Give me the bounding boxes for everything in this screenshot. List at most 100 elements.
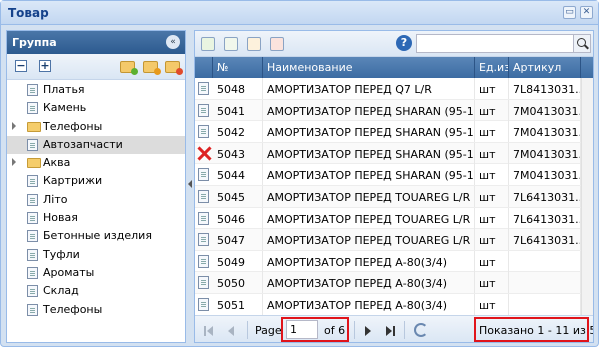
tree-item[interactable]: Платья	[7, 81, 185, 99]
window-titlebar: Товар ▭ ✕	[1, 1, 598, 25]
expand-all-button[interactable]: +	[39, 60, 51, 72]
tree-item[interactable]: Бетонные изделия	[7, 227, 185, 245]
tree-item-label: Телефоны	[43, 302, 103, 316]
cell-number: 5047	[213, 229, 263, 251]
collapse-panel-icon[interactable]: «	[166, 35, 180, 49]
table-row[interactable]: 5047 АМОРТИЗАТОР ПЕРЕД TOUAREG L/R шт 7L641…	[195, 229, 593, 251]
add-record-icon[interactable]	[201, 37, 215, 51]
document-icon	[198, 211, 209, 225]
cell-article: 7L6413031...	[509, 185, 581, 207]
table-row[interactable]: 5046 АМОРТИЗАТОР ПЕРЕД TOUAREG L/R шт 7L641…	[195, 207, 593, 230]
cell-article: 7M0413031...	[509, 121, 581, 143]
expand-arrow-icon[interactable]	[12, 158, 16, 167]
cell-number: 5050	[213, 272, 263, 294]
table-row[interactable]: 5043 АМОРТИЗАТОР ПЕРЕД SHARAN (95-10) шт 7M…	[195, 142, 593, 165]
cell-article	[509, 272, 581, 294]
prev-page-icon[interactable]	[228, 326, 234, 336]
tree-item[interactable]: Автозапчасти	[7, 135, 185, 155]
delete-record-icon[interactable]	[270, 37, 284, 51]
group-panel-title: Группа	[12, 36, 57, 49]
delete-folder-icon[interactable]	[165, 61, 183, 75]
cell-number: 5042	[213, 121, 263, 143]
table-row[interactable]: 5042 АМОРТИЗАТОР ПЕРЕД SHARAN (95-10) шт 7M…	[195, 121, 593, 143]
maximize-icon[interactable]: ▭	[563, 6, 576, 19]
document-icon	[27, 138, 38, 151]
folder-icon	[27, 121, 41, 132]
column-header-article[interactable]: Артикул	[509, 57, 581, 78]
cell-number: 5045	[213, 185, 263, 207]
tree-item[interactable]: Склад	[7, 282, 185, 300]
column-header-unit[interactable]: Ед.изм	[475, 57, 509, 78]
cell-number: 5048	[213, 78, 263, 99]
document-icon	[27, 212, 38, 225]
column-header-name[interactable]: Наименование	[263, 57, 475, 78]
cell-unit: шт	[475, 207, 509, 229]
cell-name: АМОРТИЗАТОР ПЕРЕД SHARAN (95-10)	[263, 99, 475, 121]
column-header-icon	[195, 57, 213, 78]
cell-article	[509, 293, 581, 315]
document-icon	[27, 230, 38, 243]
edit-record-icon[interactable]	[247, 37, 261, 51]
document-icon	[27, 175, 38, 188]
expand-arrow-icon[interactable]	[12, 121, 16, 130]
table-row[interactable]: 5048 АМОРТИЗАТОР ПЕРЕД Q7 L/R шт 7L8413031.…	[195, 78, 593, 100]
grid-scrollbar[interactable]	[581, 78, 593, 316]
table-row[interactable]: 5041 АМОРТИЗАТОР ПЕРЕД SHARAN (95-10) шт 7M…	[195, 99, 593, 122]
next-page-icon[interactable]	[365, 326, 371, 336]
table-row[interactable]: 5044 АМОРТИЗАТОР ПЕРЕД SHARAN (95-10) шт 7M…	[195, 164, 593, 186]
tree-item-label: Камень	[43, 101, 87, 115]
collapse-arrow-icon[interactable]	[188, 180, 192, 188]
cell-unit: шт	[475, 164, 509, 186]
tree-item[interactable]: Камень	[7, 99, 185, 117]
tree-item-label: Аква	[43, 156, 71, 170]
tree-item-label: Літо	[43, 192, 68, 206]
document-icon	[27, 285, 38, 298]
document-icon	[27, 248, 38, 261]
tree-item[interactable]: Телефоны	[7, 118, 185, 136]
cell-article: 7L8413031...	[509, 78, 581, 99]
table-row[interactable]: 5051 АМОРТИЗАТОР ПЕРЕД А-80(3/4) шт	[195, 293, 593, 316]
tree-item-label: Туфли	[43, 247, 80, 261]
document-icon	[198, 82, 209, 95]
product-grid-panel: ? № Наименование Ед.изм Артикул 5048АМОР…	[194, 30, 594, 343]
column-header-number[interactable]: №	[213, 57, 263, 78]
add-folder-icon[interactable]	[120, 61, 138, 75]
search-input[interactable]	[416, 34, 574, 53]
table-row[interactable]: 5050 АМОРТИЗАТОР ПЕРЕД А-80(3/4) шт	[195, 272, 593, 294]
document-icon	[27, 266, 38, 279]
tree-item-label: Картрижи	[43, 174, 103, 188]
tree-item-label: Новая	[43, 211, 78, 225]
last-page-icon[interactable]	[386, 326, 392, 336]
close-icon[interactable]: ✕	[580, 6, 593, 19]
tree-item[interactable]: Картрижи	[7, 172, 185, 190]
table-row[interactable]: 5045 АМОРТИЗАТОР ПЕРЕД TOUAREG L/R шт 7L641…	[195, 185, 593, 208]
table-row[interactable]: 5049 АМОРТИЗАТОР ПЕРЕД А-80(3/4) шт	[195, 250, 593, 273]
help-icon[interactable]: ?	[396, 35, 412, 51]
cell-number: 5051	[213, 293, 263, 315]
tree-item[interactable]: Ароматы	[7, 264, 185, 282]
tree-item[interactable]: Туфли	[7, 246, 185, 264]
refresh-icon[interactable]	[414, 323, 428, 337]
tree-item[interactable]: Аква	[7, 154, 185, 172]
collapse-all-button[interactable]: −	[15, 60, 27, 72]
cell-name: АМОРТИЗАТОР ПЕРЕД SHARAN (95-10)	[263, 142, 475, 164]
cell-name: АМОРТИЗАТОР ПЕРЕД SHARAN (95-10)	[263, 121, 475, 143]
first-page-icon[interactable]	[207, 326, 213, 336]
cell-unit: шт	[475, 99, 509, 121]
folder-icon	[27, 158, 41, 169]
document-icon	[198, 103, 209, 117]
move-record-icon[interactable]	[224, 37, 238, 51]
document-icon	[198, 233, 209, 247]
search-icon[interactable]	[574, 34, 591, 53]
panel-splitter[interactable]	[187, 30, 193, 343]
cell-unit: шт	[475, 229, 509, 251]
tree-item[interactable]: Новая	[7, 209, 185, 227]
edit-folder-icon[interactable]	[143, 61, 161, 75]
cell-number: 5049	[213, 250, 263, 272]
tree-item-label: Бетонные изделия	[43, 229, 152, 243]
tree-item[interactable]: Телефоны	[7, 301, 185, 319]
group-panel: Группа « − + Платья Камень Телефоны Автозап…	[6, 30, 186, 343]
tree-item[interactable]: Літо	[7, 191, 185, 209]
cell-unit: шт	[475, 185, 509, 207]
cell-number: 5041	[213, 99, 263, 121]
